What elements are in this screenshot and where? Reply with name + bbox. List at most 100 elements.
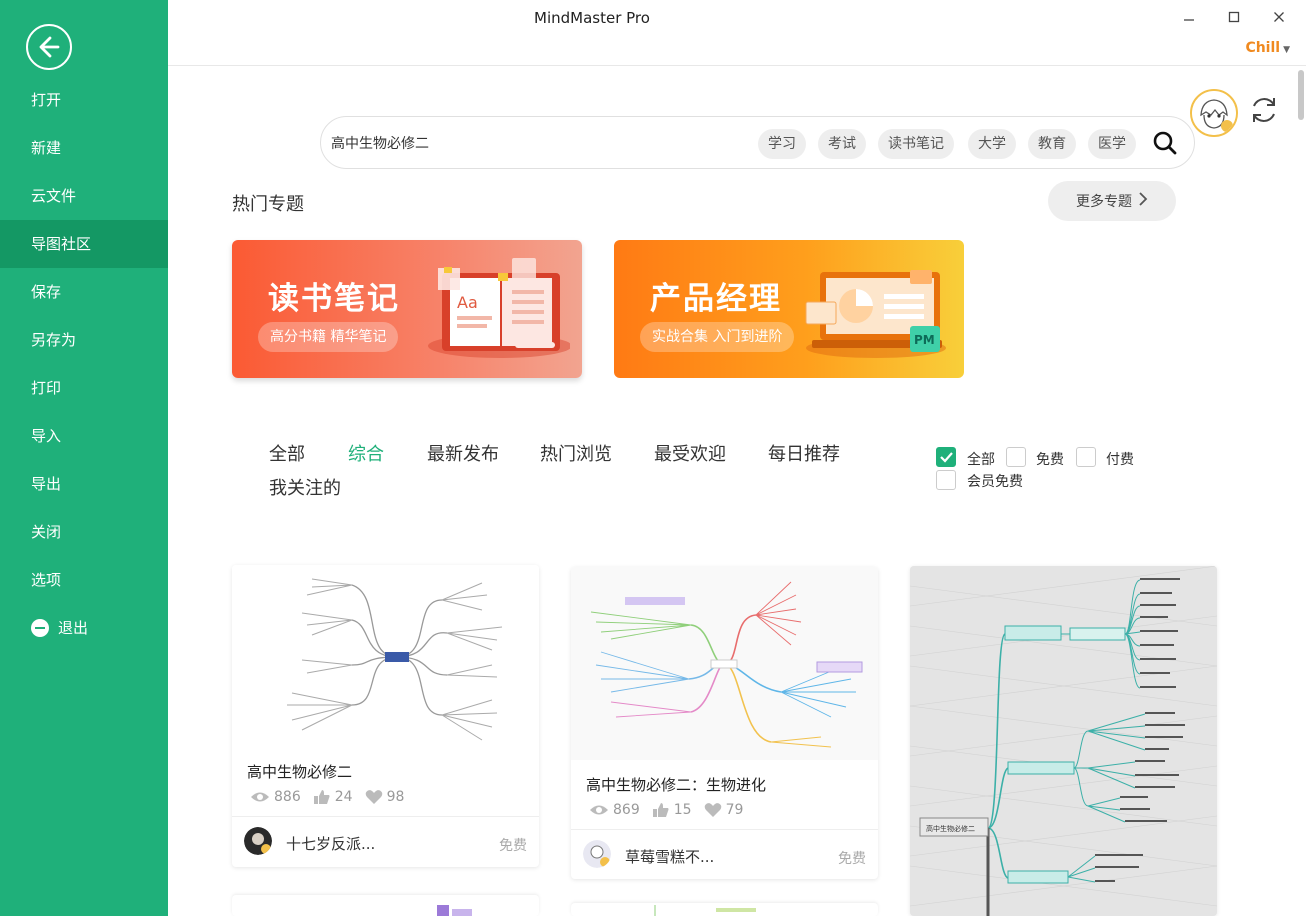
card-title: 高中生物必修二：生物进化 <box>586 776 767 794</box>
view-count: 886 <box>274 789 301 805</box>
map-card[interactable]: 高中生物必修二 886 24 98 十七岁反派... 免费 <box>232 565 539 867</box>
tab-popular[interactable]: 最受欢迎 <box>654 440 726 466</box>
map-thumbnail <box>654 905 756 916</box>
filter-all-label: 全部 <box>967 452 995 468</box>
user-menu[interactable]: Chill ▼ <box>1245 40 1290 56</box>
banner-product-manager[interactable]: 产品经理 实战合集 入门到进阶 PM <box>614 240 964 378</box>
banner-subtitle: 高分书籍 精华笔记 <box>258 322 399 352</box>
favorite-count: 79 <box>725 802 744 818</box>
tab-comprehensive[interactable]: 综合 <box>348 440 384 466</box>
sidebar-item-export[interactable]: 导出 <box>0 460 168 508</box>
sidebar-item-cloud-files[interactable]: 云文件 <box>0 172 168 220</box>
back-arrow-icon[interactable] <box>26 24 72 70</box>
sidebar-item-save[interactable]: 保存 <box>0 268 168 316</box>
thumbs-up-icon <box>652 803 669 817</box>
search-input[interactable] <box>331 130 731 156</box>
search-bar: 学习 考试 读书笔记 大学 教育 医学 <box>320 116 1195 169</box>
author-avatar[interactable] <box>583 840 611 868</box>
favorites-stat: 98 <box>365 789 405 805</box>
tag-exam[interactable]: 考试 <box>818 129 866 159</box>
exit-icon <box>31 619 49 637</box>
author-name[interactable]: 十七岁反派... <box>286 833 375 854</box>
map-card[interactable]: 高中生物必修二：生物进化 869 15 79 草莓雪糕不... 免费 <box>571 567 878 879</box>
sidebar-item-save-as[interactable]: 另存为 <box>0 316 168 364</box>
map-thumbnail <box>571 567 878 760</box>
sidebar-item-community[interactable]: 导图社区 <box>0 220 168 268</box>
tag-education[interactable]: 教育 <box>1028 129 1076 159</box>
scroll-thumb[interactable] <box>1298 70 1304 120</box>
scrollbar[interactable] <box>1296 70 1304 910</box>
view-count: 869 <box>613 802 640 818</box>
sidebar-item-exit[interactable]: 退出 <box>0 604 168 652</box>
favorites-stat: 79 <box>704 802 744 818</box>
map-thumbnail: 高中生物必修二 <box>910 566 1217 916</box>
book-illustration-icon: Aa <box>428 258 570 358</box>
author-name[interactable]: 草莓雪糕不... <box>625 846 714 867</box>
map-thumbnail <box>437 905 472 916</box>
map-card[interactable] <box>571 903 878 916</box>
filter-member-free-checkbox[interactable] <box>936 470 956 490</box>
tag-university[interactable]: 大学 <box>968 129 1016 159</box>
banner-reading-notes[interactable]: 读书笔记 高分书籍 精华笔记 Aa <box>232 240 582 378</box>
divider <box>571 829 878 830</box>
more-topics-button[interactable]: 更多专题 <box>1048 181 1176 221</box>
sidebar-item-new[interactable]: 新建 <box>0 124 168 172</box>
eye-icon <box>590 805 608 815</box>
avatar[interactable] <box>1190 89 1238 137</box>
like-count: 15 <box>673 802 692 818</box>
sidebar-item-close[interactable]: 关闭 <box>0 508 168 556</box>
filter-all-checkbox[interactable] <box>936 447 956 467</box>
thumbs-up-icon <box>313 790 330 804</box>
maximize-icon[interactable] <box>1223 6 1245 28</box>
filter-free-checkbox[interactable] <box>1006 447 1026 467</box>
views-stat: 869 <box>589 802 640 818</box>
sidebar-nav: 打开 新建 云文件 导图社区 保存 另存为 打印 导入 导出 关闭 选项 退出 <box>0 76 168 652</box>
tag-reading-notes[interactable]: 读书笔记 <box>878 129 954 159</box>
refresh-icon[interactable] <box>1247 93 1281 127</box>
laptop-illustration-icon: PM <box>805 270 946 358</box>
sidebar-item-open[interactable]: 打开 <box>0 76 168 124</box>
badge-pm: PM <box>914 333 935 347</box>
section-title: 热门专题 <box>232 194 304 215</box>
eye-icon <box>251 792 269 802</box>
author-avatar[interactable] <box>244 827 272 855</box>
search-icon[interactable] <box>1152 130 1178 156</box>
sidebar-item-import[interactable]: 导入 <box>0 412 168 460</box>
svg-text:Aa: Aa <box>457 293 478 312</box>
filter-paid-checkbox[interactable] <box>1076 447 1096 467</box>
more-topics-label: 更多专题 <box>1076 194 1132 210</box>
minimize-icon[interactable] <box>1178 6 1200 28</box>
heart-icon <box>365 790 382 804</box>
tab-daily[interactable]: 每日推荐 <box>768 440 840 466</box>
sidebar: 打开 新建 云文件 导图社区 保存 另存为 打印 导入 导出 关闭 选项 退出 <box>0 0 168 916</box>
tab-hot[interactable]: 热门浏览 <box>540 440 612 466</box>
banner-subtitle: 实战合集 入门到进阶 <box>640 322 795 352</box>
title-bar: MindMaster Pro Chill ▼ <box>168 0 1306 66</box>
sidebar-item-options[interactable]: 选项 <box>0 556 168 604</box>
price-label: 免费 <box>838 851 866 867</box>
heart-icon <box>704 803 721 817</box>
banner-title: 读书笔记 <box>268 281 400 317</box>
price-label: 免费 <box>499 838 527 854</box>
tag-medicine[interactable]: 医学 <box>1088 129 1136 159</box>
views-stat: 886 <box>250 789 301 805</box>
likes-stat: 24 <box>313 789 353 805</box>
divider <box>232 816 539 817</box>
map-card[interactable] <box>232 895 539 916</box>
tab-latest[interactable]: 最新发布 <box>427 440 499 466</box>
tag-study[interactable]: 学习 <box>758 129 806 159</box>
card-title: 高中生物必修二 <box>247 763 353 781</box>
likes-stat: 15 <box>652 802 692 818</box>
map-card[interactable]: 高中生物必修二 <box>910 566 1217 916</box>
chevron-right-icon <box>1138 192 1148 210</box>
sidebar-item-exit-label: 退出 <box>58 619 89 637</box>
filter-member-free-label: 会员免费 <box>967 474 1023 490</box>
tab-all[interactable]: 全部 <box>269 440 305 466</box>
user-name: Chill <box>1245 40 1281 56</box>
filter-paid-label: 付费 <box>1106 452 1134 468</box>
sidebar-item-print[interactable]: 打印 <box>0 364 168 412</box>
favorite-count: 98 <box>386 789 405 805</box>
close-icon[interactable] <box>1268 6 1290 28</box>
tab-following[interactable]: 我关注的 <box>269 474 341 500</box>
map-thumbnail <box>232 565 539 755</box>
